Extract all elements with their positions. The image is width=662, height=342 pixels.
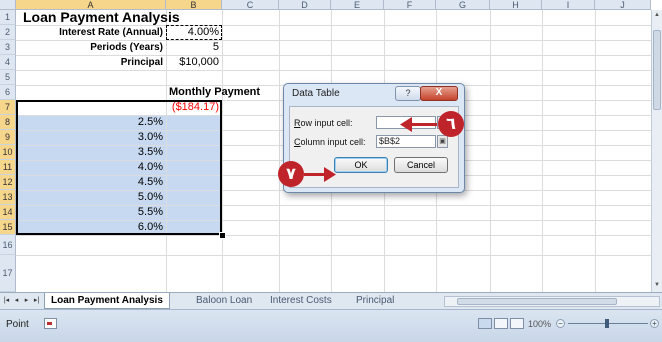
principal-label-cell[interactable]: Principal xyxy=(16,55,166,70)
column-header-g[interactable]: G xyxy=(436,0,490,10)
zoom-out-icon[interactable]: − xyxy=(556,319,565,328)
callout-arrow-7 xyxy=(304,173,326,176)
rate-cell[interactable]: 3.0% xyxy=(16,130,166,145)
rate-cell[interactable]: 4.0% xyxy=(16,160,166,175)
normal-view-icon[interactable] xyxy=(478,318,492,329)
gridline xyxy=(279,10,280,292)
row-header-12[interactable]: 12 xyxy=(0,175,16,190)
column-header-c[interactable]: C xyxy=(222,0,279,10)
column-header-i[interactable]: I xyxy=(542,0,595,10)
row-input-label-text: ow input cell: xyxy=(300,118,353,128)
callout-arrowhead-6 xyxy=(400,117,412,132)
macro-record-icon[interactable] xyxy=(44,318,57,329)
column-header-e[interactable]: E xyxy=(331,0,384,10)
gridline xyxy=(16,255,662,256)
row-header-17[interactable]: 17 xyxy=(0,255,16,292)
page-layout-view-icon[interactable] xyxy=(494,318,508,329)
callout-badge-7: ٧ xyxy=(278,161,304,187)
horizontal-scroll-thumb[interactable] xyxy=(457,298,617,305)
row-header-4[interactable]: 4 xyxy=(0,55,16,70)
last-sheet-icon[interactable]: ▸| xyxy=(32,295,41,307)
gridline xyxy=(16,235,662,236)
first-sheet-icon[interactable]: |◂ xyxy=(2,295,11,307)
row-header-1[interactable]: 1 xyxy=(0,10,16,25)
tab-interest-costs[interactable]: Interest Costs xyxy=(264,293,338,308)
rate-cell[interactable]: 3.5% xyxy=(16,145,166,160)
column-input-label: Column input cell: xyxy=(294,137,366,147)
ok-button[interactable]: OK xyxy=(334,157,388,173)
callout-badge-6: ٦ xyxy=(438,111,464,137)
row-header-7[interactable]: 7 xyxy=(0,100,16,115)
row-header-11[interactable]: 11 xyxy=(0,160,16,175)
row-header-6[interactable]: 6 xyxy=(0,85,16,100)
row-header-15[interactable]: 15 xyxy=(0,220,16,235)
row-header-5[interactable]: 5 xyxy=(0,70,16,85)
column-input-field[interactable]: $B$2 xyxy=(376,135,436,148)
row-header-8[interactable]: 8 xyxy=(0,115,16,130)
callout-arrow-6 xyxy=(409,123,437,126)
vertical-scroll-thumb[interactable] xyxy=(653,30,661,110)
periods-label-cell[interactable]: Periods (Years) xyxy=(16,40,166,55)
gridline xyxy=(490,10,491,292)
row-header-9[interactable]: 9 xyxy=(0,130,16,145)
gridline xyxy=(222,10,223,292)
rate-cell[interactable]: 6.0% xyxy=(16,220,166,235)
cancel-button[interactable]: Cancel xyxy=(394,157,448,173)
fill-handle[interactable] xyxy=(219,232,226,239)
gridline xyxy=(542,10,543,292)
rate-cell[interactable]: 2.5% xyxy=(16,115,166,130)
status-mode: Point xyxy=(6,319,29,330)
zoom-in-icon[interactable]: + xyxy=(650,319,659,328)
zoom-level[interactable]: 100% xyxy=(528,319,551,329)
row-input-label: Row input cell: xyxy=(294,118,353,128)
row-header-3[interactable]: 3 xyxy=(0,40,16,55)
column-input-label-text: olumn input cell: xyxy=(300,137,366,147)
dialog-title: Data Table xyxy=(292,88,340,99)
scroll-down-icon[interactable]: ▼ xyxy=(652,280,662,290)
page-break-view-icon[interactable] xyxy=(510,318,524,329)
column-header-h[interactable]: H xyxy=(490,0,542,10)
tab-principal[interactable]: Principal xyxy=(350,293,400,308)
row-header-14[interactable]: 14 xyxy=(0,205,16,220)
scroll-up-icon[interactable]: ▲ xyxy=(652,10,662,20)
rate-cell[interactable]: 4.5% xyxy=(16,175,166,190)
sheet-title-cell[interactable]: Loan Payment Analysis xyxy=(20,10,183,25)
interest-value-cell[interactable]: 4.00% xyxy=(166,25,222,40)
monthly-payment-header[interactable]: Monthly Payment xyxy=(166,85,263,100)
tab-baloon-loan[interactable]: Baloon Loan xyxy=(190,293,258,308)
horizontal-scrollbar[interactable] xyxy=(444,296,660,307)
column-header-f[interactable]: F xyxy=(384,0,436,10)
select-all-corner[interactable] xyxy=(0,0,16,10)
callout-arrowhead-7 xyxy=(324,167,336,182)
column-header-d[interactable]: D xyxy=(279,0,331,10)
interest-label-cell[interactable]: Interest Rate (Annual) xyxy=(16,25,166,40)
row-header-13[interactable]: 13 xyxy=(0,190,16,205)
formula-result-cell[interactable]: ($184.17) xyxy=(166,100,222,115)
gridline xyxy=(595,10,596,292)
sheet-tab-bar: |◂ ◂ ▸ ▸| Loan Payment Analysis Baloon L… xyxy=(0,292,662,309)
prev-sheet-icon[interactable]: ◂ xyxy=(12,295,21,307)
zoom-slider-knob[interactable] xyxy=(605,319,609,328)
periods-value-cell[interactable]: 5 xyxy=(166,40,222,55)
data-table-dialog[interactable]: Data Table ? X Row input cell: ▣ Column … xyxy=(283,83,465,193)
status-bar: Point 100% − + xyxy=(0,309,662,342)
tab-loan-payment-analysis[interactable]: Loan Payment Analysis xyxy=(44,293,170,309)
column-header-j[interactable]: J xyxy=(595,0,651,10)
vertical-scrollbar[interactable]: ▲ ▼ xyxy=(651,10,662,292)
row-header-2[interactable]: 2 xyxy=(0,25,16,40)
column-collapse-icon[interactable]: ▣ xyxy=(437,135,448,148)
principal-value-cell[interactable]: $10,000 xyxy=(166,55,222,70)
next-sheet-icon[interactable]: ▸ xyxy=(22,295,31,307)
close-button[interactable]: X xyxy=(420,86,458,101)
rate-cell[interactable]: 5.0% xyxy=(16,190,166,205)
rate-cell[interactable]: 5.5% xyxy=(16,205,166,220)
row-header-16[interactable]: 16 xyxy=(0,235,16,255)
gridline xyxy=(16,70,662,71)
help-button[interactable]: ? xyxy=(395,86,421,101)
row-header-10[interactable]: 10 xyxy=(0,145,16,160)
